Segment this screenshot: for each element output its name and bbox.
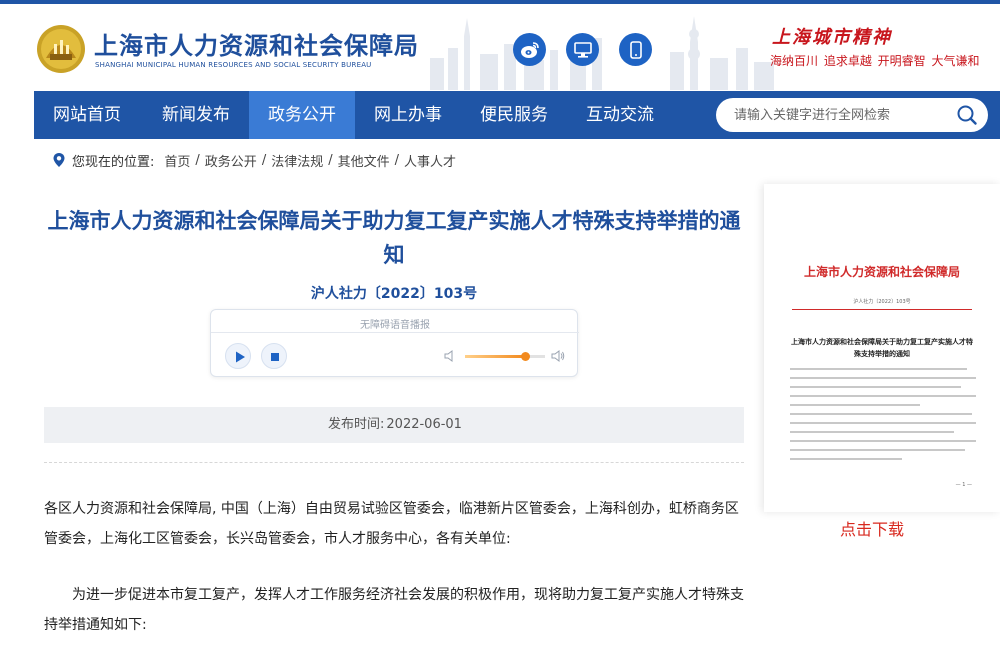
nav-item-interaction[interactable]: 互动交流 [567,91,673,139]
document-preview-page-number: — 1 — [955,482,972,488]
audio-player-label: 无障碍语音播报 [360,320,430,331]
audio-player: 无障碍语音播报 [210,309,579,377]
breadcrumb-government-affairs[interactable]: 政务公开 [205,151,257,170]
volume-down-icon[interactable] [443,349,457,363]
site-name[interactable]: 上海市人力资源和社会保障局 [94,26,419,61]
stop-icon [271,353,279,361]
play-icon [236,351,245,363]
nav-item-government-affairs[interactable]: 政务公开 [249,91,355,139]
search-icon[interactable] [956,104,978,126]
main-navigation: 网站首页 新闻发布 政务公开 网上办事 便民服务 互动交流 [34,91,1000,139]
download-link[interactable]: 点击下载 [840,516,904,540]
search-input[interactable] [734,105,944,125]
article-paragraph-intro: 为进一步促进本市复工复产，发挥人才工作服务经济社会发展的积极作用，现将助力复工复… [44,587,744,633]
content-divider [44,462,744,463]
volume-up-icon[interactable] [551,349,565,363]
site-header: 上海市人力资源和社会保障局 SHANGHAI MUNICIPAL HUMAN R… [0,4,1000,90]
breadcrumb-laws[interactable]: 法律法规 [271,151,323,170]
document-preview-thumbnail[interactable]: 上海市人力资源和社会保障局 沪人社力〔2022〕103号 上海市人力资源和社会保… [764,184,1000,512]
search-box [716,98,988,132]
city-spirit-title: 上海城市精神 [772,27,892,48]
article-paragraph-addressees: 各区人力资源和社会保障局, 中国（上海）自由贸易试验区管委会，临港新片区管委会，… [44,501,739,547]
document-preview-red-rule [792,309,972,310]
mobile-site-button[interactable] [619,33,652,66]
publish-date-label: 发布时间: [328,417,385,432]
nav-item-online-services[interactable]: 网上办事 [355,91,461,139]
publish-date-bar: 发布时间: 2022-06-01 [44,407,744,443]
city-skyline-graphic [430,16,774,90]
document-number: 沪人社力〔2022〕103号 [310,286,478,302]
mobile-icon [629,40,642,59]
breadcrumb-other-documents[interactable]: 其他文件 [338,151,390,170]
weibo-icon [520,41,539,58]
nav-item-news[interactable]: 新闻发布 [143,91,249,139]
desktop-site-button[interactable] [566,33,599,66]
site-name-english: SHANGHAI MUNICIPAL HUMAN RESOURCES AND S… [95,61,372,69]
breadcrumb-personnel[interactable]: 人事人才 [404,151,456,170]
city-spirit-slogans: 海纳百川 追求卓越 开明睿智 大气谦和 [770,54,980,68]
desktop-icon [573,41,592,58]
volume-slider-fill [465,355,525,358]
stop-button[interactable] [261,343,287,369]
breadcrumb: 您现在的位置: 首页 / 政务公开 / 法律法规 / 其他文件 / 人事人才 [52,150,456,170]
nav-item-home[interactable]: 网站首页 [34,91,140,139]
weibo-button[interactable] [513,33,546,66]
bureau-logo-icon[interactable] [36,24,86,74]
document-preview-number: 沪人社力〔2022〕103号 [853,299,911,305]
volume-slider[interactable] [465,352,545,361]
breadcrumb-home[interactable]: 首页 [164,151,190,170]
publish-date: 2022-06-01 [386,417,462,432]
document-preview-body-lines [790,368,976,467]
nav-item-public-services[interactable]: 便民服务 [461,91,567,139]
breadcrumb-prefix: 您现在的位置: [72,154,155,170]
article-title: 上海市人力资源和社会保障局关于助力复工复产实施人才特殊支持举措的通知 [47,209,741,267]
location-pin-icon [53,153,65,167]
play-button[interactable] [225,343,251,369]
document-preview-header: 上海市人力资源和社会保障局 [803,265,960,279]
document-preview-title: 上海市人力资源和社会保障局关于助力复工复产实施人才特殊支持举措的通知 [791,338,973,358]
volume-slider-handle[interactable] [521,352,530,361]
